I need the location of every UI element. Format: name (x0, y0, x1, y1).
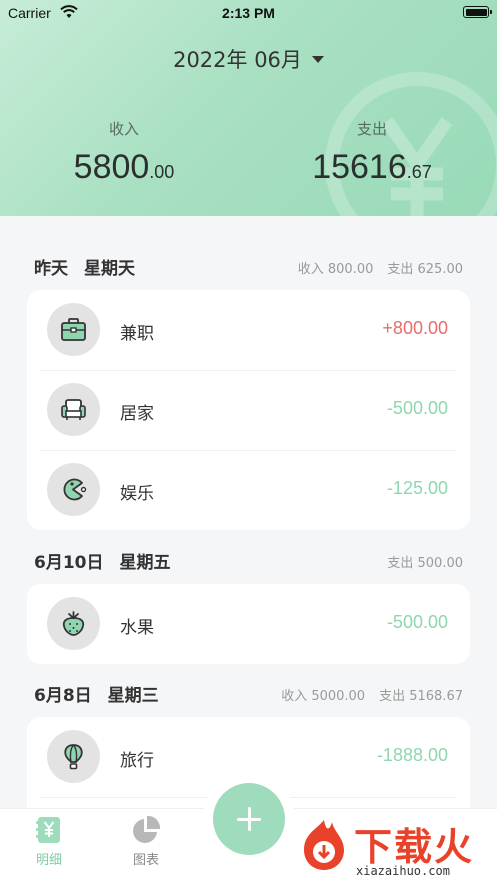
expense-label: 支出 (356, 120, 387, 138)
section-summary: 支出 500.00 (387, 552, 463, 571)
watermark-logo: 下载火 xiazaihuo.com (296, 812, 496, 882)
summary-header: Carrier 2:13 PM 2022年 06月 收入 5800.00 支出 … (0, 0, 497, 216)
income-decimal: .00 (149, 162, 175, 182)
category-label: 兼职 (120, 324, 154, 344)
section-date: 6月10日 (34, 553, 104, 573)
watermark-text: 下载火 (354, 825, 475, 869)
ledger-icon (34, 815, 64, 845)
tab-detail[interactable]: 明细 (19, 815, 79, 868)
add-button-ring (203, 773, 295, 865)
battery-icon (463, 6, 492, 18)
watermark-url: xiazaihuo.com (356, 864, 450, 878)
strawberry-icon (47, 597, 100, 650)
transaction-card: 水果 -500.00 (27, 584, 470, 664)
add-record-button[interactable] (213, 783, 285, 855)
caret-down-icon (311, 55, 324, 63)
pie-chart-icon (131, 815, 161, 845)
section-income-summary: 收入 800.00 (297, 262, 374, 277)
transaction-amount: -1888.00 (376, 745, 448, 765)
status-bar: Carrier 2:13 PM (0, 0, 497, 26)
month-label: 2022年 06月 (173, 48, 302, 72)
category-label: 居家 (120, 404, 154, 424)
transaction-amount: -125.00 (386, 478, 448, 498)
section-expense-summary: 支出 500.00 (387, 556, 463, 571)
section-expense-summary: 支出 625.00 (387, 262, 463, 277)
transaction-row[interactable]: 娱乐 -125.00 (27, 450, 470, 530)
tab-chart-label: 图表 (132, 853, 159, 868)
section-weekday: 星期天 (84, 259, 135, 279)
yen-watermark-icon (325, 72, 497, 216)
flame-logo-icon (304, 820, 344, 870)
transaction-row[interactable]: 水果 -500.00 (27, 584, 470, 664)
section-date-jun8: 6月8日 星期三 (34, 681, 159, 706)
section-date: 昨天 (34, 259, 68, 279)
transaction-row[interactable]: 居家 -500.00 (27, 370, 470, 450)
income-integer: 5800 (73, 148, 150, 186)
transaction-amount: -500.00 (386, 612, 448, 632)
expense-decimal: .67 (406, 162, 432, 182)
transaction-amount: +800.00 (382, 318, 448, 338)
transaction-amount: -500.00 (386, 398, 448, 418)
pacman-icon (47, 463, 100, 516)
briefcase-icon (47, 303, 100, 356)
expense-integer: 15616 (312, 148, 407, 186)
section-income-summary: 收入 5000.00 (281, 689, 366, 704)
tab-detail-label: 明细 (35, 853, 62, 868)
category-label: 水果 (120, 618, 154, 638)
expense-total: 15616.67 (272, 148, 472, 187)
category-label: 旅行 (120, 751, 154, 771)
section-summary: 收入 5000.00 支出 5168.67 (281, 685, 463, 704)
income-label: 收入 (108, 120, 139, 138)
clock: 2:13 PM (222, 5, 275, 21)
section-weekday: 星期五 (119, 553, 171, 573)
section-date-jun10: 6月10日 星期五 (34, 548, 171, 573)
transaction-row[interactable]: 兼职 +800.00 (27, 290, 470, 370)
section-weekday: 星期三 (107, 686, 159, 706)
transaction-card: 兼职 +800.00 居家 -500.00 娱乐 -125.00 (27, 290, 470, 530)
tab-chart[interactable]: 图表 (116, 815, 176, 868)
section-date: 6月8日 (34, 686, 92, 706)
income-total: 5800.00 (24, 148, 224, 187)
section-summary: 收入 800.00 支出 625.00 (298, 258, 463, 277)
section-expense-summary: 支出 5168.67 (379, 689, 463, 704)
hot-air-balloon-icon (47, 730, 100, 783)
section-date-yesterday: 昨天 星期天 (34, 254, 135, 279)
category-label: 娱乐 (120, 484, 154, 504)
sofa-icon (47, 383, 100, 436)
month-picker[interactable]: 2022年 06月 (0, 44, 497, 74)
